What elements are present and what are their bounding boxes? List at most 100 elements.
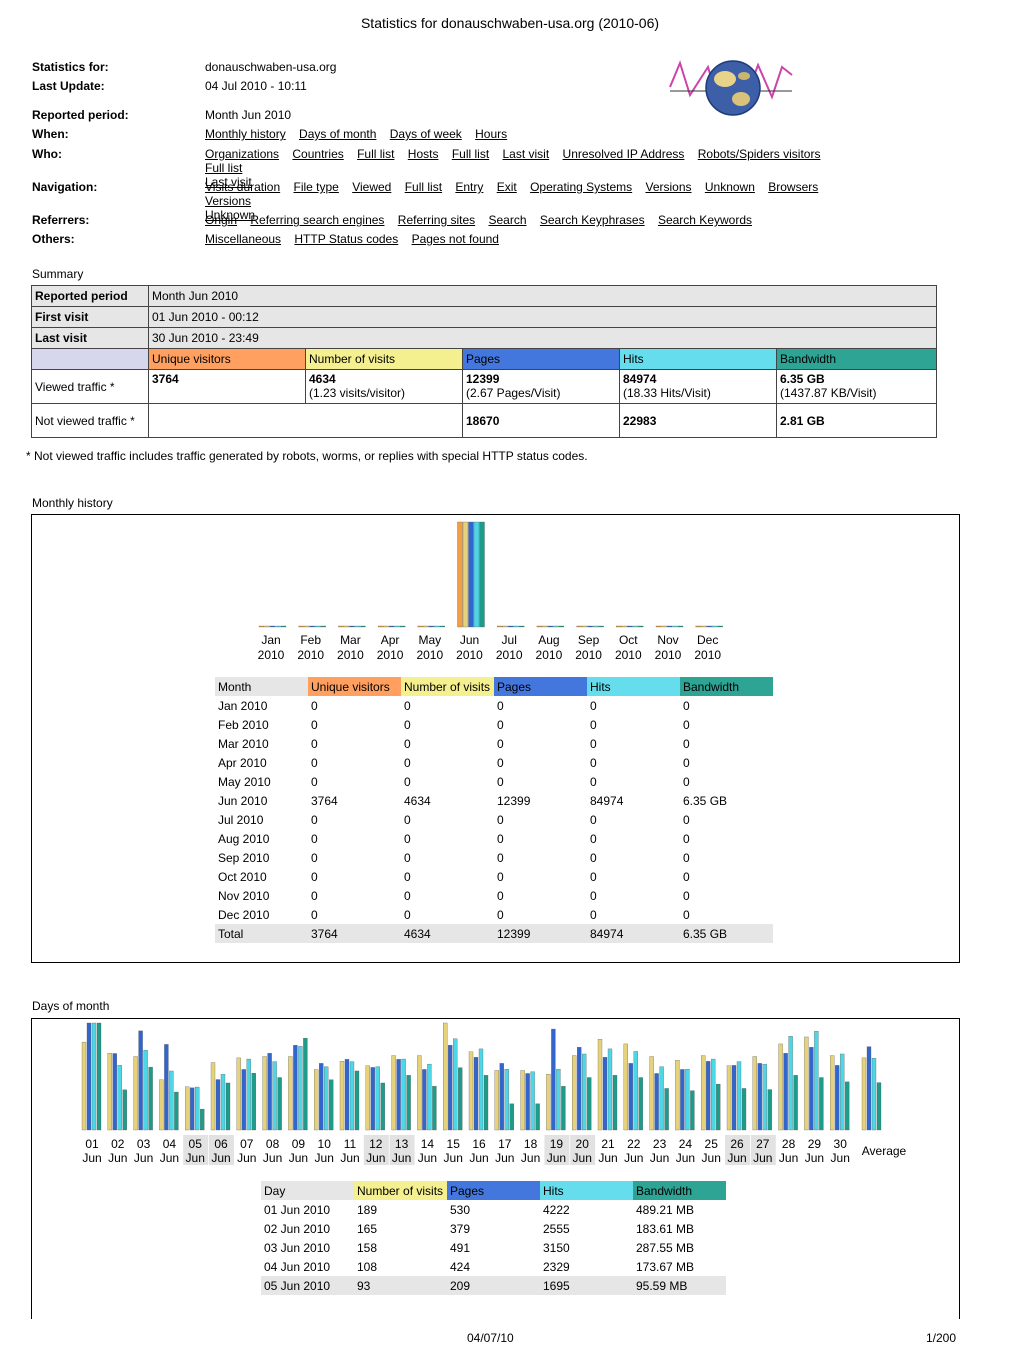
table-row: Dec 2010 0 0 0 0 0	[215, 905, 773, 924]
day-bar	[680, 1069, 685, 1131]
day-month-label: Jun	[727, 1151, 746, 1165]
day-bar	[762, 1063, 767, 1131]
month-tick-label: Sep	[578, 633, 600, 647]
link-search[interactable]: Search	[489, 213, 527, 227]
monthly-bar	[655, 625, 662, 628]
link-hours[interactable]: Hours	[475, 127, 507, 141]
table-cell: Apr 2010	[218, 755, 267, 770]
link-robots-full-list[interactable]: Full list	[205, 161, 242, 175]
link-monthly-history[interactable]: Monthly history	[205, 127, 286, 141]
day-month-label: Jun	[289, 1151, 308, 1165]
day-bar	[840, 1053, 845, 1131]
day-bar	[577, 1047, 582, 1131]
monthly-bar	[661, 625, 667, 628]
day-bar	[370, 1067, 375, 1131]
day-bar	[711, 1058, 716, 1131]
day-bar	[288, 1056, 293, 1131]
link-referring-search-engines[interactable]: Referring search engines	[250, 213, 384, 227]
link-operating-systems[interactable]: Operating Systems	[530, 180, 632, 194]
link-referring-sites[interactable]: Referring sites	[398, 213, 475, 227]
day-bar	[169, 1070, 174, 1131]
link-hosts[interactable]: Hosts	[408, 147, 439, 161]
link-organizations[interactable]: Organizations	[205, 147, 279, 161]
day-tick-label: 07	[240, 1137, 254, 1151]
day-month-label: Jun	[702, 1151, 721, 1165]
day-bar	[262, 1056, 267, 1131]
link-visits-duration[interactable]: Visits duration	[205, 180, 280, 194]
table-cell: 0	[404, 774, 411, 789]
viewed-pages-cell: 12399 (2.67 Pages/Visit)	[462, 369, 620, 404]
day-bar	[138, 1030, 143, 1131]
link-days-of-week[interactable]: Days of week	[390, 127, 462, 141]
link-robots-visitors[interactable]: Robots/Spiders visitors	[698, 147, 821, 161]
monthly-bar	[547, 625, 554, 628]
day-bar	[453, 1038, 458, 1131]
day-bar	[866, 1046, 872, 1131]
viewed-bw-sub: (1437.87 KB/Visit)	[780, 386, 877, 400]
day-bar	[778, 1043, 783, 1131]
summary-last-visit-label: Last visit	[31, 327, 149, 349]
others-label: Others:	[32, 232, 75, 246]
monthly-bar	[587, 625, 593, 628]
link-exit[interactable]: Exit	[497, 180, 517, 194]
link-countries-full-list[interactable]: Full list	[357, 147, 394, 161]
link-days-of-month[interactable]: Days of month	[299, 127, 376, 141]
link-http-status-codes[interactable]: HTTP Status codes	[294, 232, 398, 246]
day-tick-label: 01	[85, 1137, 99, 1151]
table-cell: 489.21 MB	[636, 1202, 695, 1217]
link-countries[interactable]: Countries	[292, 147, 343, 161]
day-bar	[809, 1047, 814, 1131]
day-bar	[741, 1088, 747, 1131]
day-month-label: Jun	[82, 1151, 101, 1165]
mh-col-pages: Pages	[494, 677, 587, 696]
link-os-versions[interactable]: Versions	[645, 180, 691, 194]
link-viewed-full-list[interactable]: Full list	[405, 180, 442, 194]
link-origin[interactable]: Origin	[205, 213, 237, 227]
table-cell: 0	[590, 736, 597, 751]
monthly-bar	[304, 625, 310, 628]
last-update-label: Last Update:	[32, 79, 105, 93]
day-tick-label: 25	[705, 1137, 719, 1151]
day-bar	[561, 1086, 566, 1131]
footer-page-number: 1/200	[926, 1331, 957, 1345]
day-bar	[876, 1082, 882, 1131]
link-browsers[interactable]: Browsers	[768, 180, 818, 194]
day-tick-label: 28	[782, 1137, 796, 1151]
table-cell: 02 Jun 2010	[264, 1221, 331, 1236]
monthly-bar	[338, 625, 344, 628]
table-cell: 0	[497, 869, 504, 884]
link-search-keywords[interactable]: Search Keywords	[658, 213, 752, 227]
table-cell: 0	[311, 907, 318, 922]
table-cell: 0	[683, 698, 690, 713]
monthly-bar	[632, 625, 638, 628]
link-pages-not-found[interactable]: Pages not found	[412, 232, 499, 246]
link-miscellaneous[interactable]: Miscellaneous	[205, 232, 281, 246]
link-search-keyphrases[interactable]: Search Keyphrases	[540, 213, 645, 227]
day-tick-label: 14	[421, 1137, 435, 1151]
table-cell: 424	[450, 1259, 471, 1274]
day-month-label: Jun	[315, 1151, 334, 1165]
table-cell: 3764	[311, 793, 338, 808]
day-tick-label: 29	[808, 1137, 822, 1151]
day-tick-label: 09	[292, 1137, 306, 1151]
year-tick-label: 2010	[575, 648, 602, 662]
day-bar	[91, 1022, 97, 1131]
navigation-label: Navigation:	[32, 180, 98, 194]
days-of-month-table: Day Number of visits Pages Hits Bandwidt…	[261, 1181, 726, 1295]
viewed-hits-cell: 84974 (18.33 Hits/Visit)	[619, 369, 777, 404]
link-viewed[interactable]: Viewed	[352, 180, 391, 194]
monthly-bar	[434, 625, 440, 628]
link-hosts-last-visit[interactable]: Last visit	[503, 147, 550, 161]
day-bar	[344, 1059, 350, 1131]
link-unresolved-ip[interactable]: Unresolved IP Address	[563, 147, 685, 161]
link-hosts-full-list[interactable]: Full list	[452, 147, 489, 161]
link-browser-versions[interactable]: Versions	[205, 194, 251, 208]
day-month-label: Jun	[237, 1151, 256, 1165]
day-bar	[236, 1057, 241, 1131]
col-number-of-visits: Number of visits	[305, 348, 463, 370]
day-tick-label: 02	[111, 1137, 125, 1151]
link-os-unknown[interactable]: Unknown	[705, 180, 755, 194]
link-entry[interactable]: Entry	[455, 180, 483, 194]
link-file-type[interactable]: File type	[294, 180, 339, 194]
day-month-label: Jun	[779, 1151, 798, 1165]
